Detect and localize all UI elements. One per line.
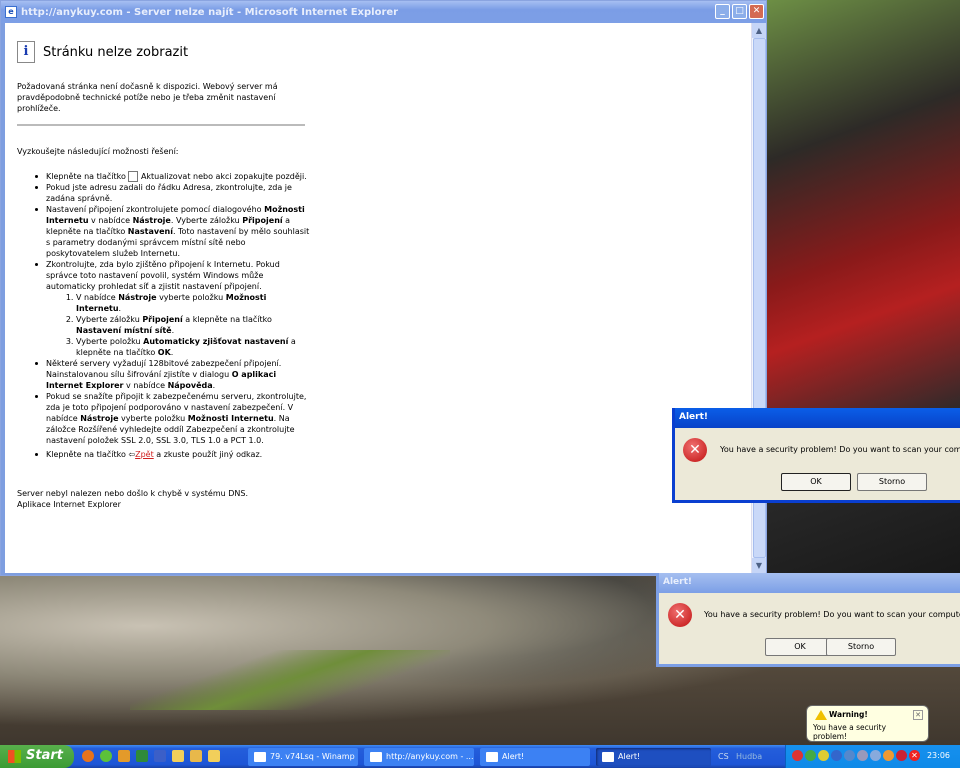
back-link[interactable]: Zpět: [135, 450, 154, 459]
footer-app: Aplikace Internet Explorer: [17, 500, 121, 509]
ok-button[interactable]: OK: [765, 638, 835, 656]
ie-window: e http://anykuy.com - Server nelze najít…: [0, 0, 767, 576]
list-item: Klepněte na tlačítko ⇦Zpět a zkuste použ…: [35, 449, 310, 460]
alert-dialog-active: Alert! ✕ You have a security problem! Do…: [672, 408, 960, 503]
windows-logo-icon: [8, 750, 21, 763]
close-button[interactable]: ✕: [749, 4, 764, 19]
alert-dialog-inactive: Alert! ✕ You have a security problem! Do…: [656, 573, 960, 667]
alert-title[interactable]: Alert!: [675, 408, 960, 428]
list-item: Pokud jste adresu zadali do řádku Adresa…: [35, 182, 310, 204]
list-item: Klepněte na tlačítko Aktualizovat nebo a…: [35, 171, 310, 182]
folder-icon[interactable]: [208, 750, 220, 762]
warning-icon: [815, 710, 827, 720]
try-text: Vyzkoušejte následující možnosti řešení:: [17, 147, 179, 156]
tray-icon[interactable]: [818, 750, 829, 761]
task-winamp[interactable]: 79. v74Lsq - Winamp: [248, 748, 358, 766]
ok-button[interactable]: OK: [781, 473, 851, 491]
error-page: i Stránku nelze zobrazit Požadovaná strán…: [5, 23, 751, 573]
scroll-up-arrow[interactable]: ▲: [752, 23, 766, 38]
step-item: V nabídce Nástroje vyberte položku Možno…: [76, 292, 310, 314]
step-item: Vyberte záložku Připojení a klepněte na …: [76, 314, 310, 336]
maximize-button[interactable]: □: [732, 4, 747, 19]
ie-icon: e: [5, 6, 17, 18]
wallpaper-grass: [130, 650, 450, 710]
task-alert-active[interactable]: Alert!: [596, 748, 711, 766]
tray-icon[interactable]: [857, 750, 868, 761]
quick-launch: [82, 750, 220, 762]
word-icon[interactable]: [154, 750, 166, 762]
scroll-down-arrow[interactable]: ▼: [752, 558, 766, 573]
tray-icon[interactable]: [883, 750, 894, 761]
winamp-icon[interactable]: [118, 750, 130, 762]
alert-message: You have a security problem! Do you want…: [704, 610, 960, 619]
ie-title-bar[interactable]: e http://anykuy.com - Server nelze najít…: [1, 1, 766, 23]
cancel-button[interactable]: Storno: [857, 473, 927, 491]
info-icon: i: [17, 41, 35, 63]
firefox-icon[interactable]: [82, 750, 94, 762]
language-indicator[interactable]: CS: [718, 752, 729, 761]
intro-text: Požadovaná stránka není dočasně k dispoz…: [17, 82, 278, 113]
cancel-button[interactable]: Storno: [826, 638, 896, 656]
excel-icon[interactable]: [136, 750, 148, 762]
clock[interactable]: 23:06: [927, 751, 950, 760]
page-title: Stránku nelze zobrazit: [43, 44, 189, 60]
list-item: Pokud se snažíte připojit k zabezpečeném…: [35, 391, 310, 446]
list-item: Nastavení připojení zkontrolujete pomocí…: [35, 204, 310, 259]
error-icon: ✕: [668, 603, 692, 627]
system-tray: ✕ 23:06: [785, 745, 960, 768]
tray-icon[interactable]: [805, 750, 816, 761]
list-item: Zkontrolujte, zda bylo zjištěno připojen…: [35, 259, 310, 358]
suggestions-list: Klepněte na tlačítko Aktualizovat nebo a…: [35, 171, 310, 460]
refresh-icon: [128, 171, 139, 182]
step-item: Vyberte položku Automaticky zjišťovat na…: [76, 336, 310, 358]
balloon-text: You have a security problem!: [813, 723, 887, 741]
tray-icon[interactable]: [831, 750, 842, 761]
tray-icon[interactable]: [844, 750, 855, 761]
error-icon: ✕: [683, 438, 707, 462]
tray-icon[interactable]: [792, 750, 803, 761]
ie-title: http://anykuy.com - Server nelze najít -…: [21, 6, 399, 18]
alert-message: You have a security problem! Do you want…: [720, 445, 960, 454]
tray-icon[interactable]: [870, 750, 881, 761]
task-alert[interactable]: Alert!: [480, 748, 590, 766]
divider: [17, 124, 305, 126]
security-alert-icon[interactable]: ✕: [909, 750, 920, 761]
balloon-title: Warning!: [829, 710, 868, 719]
minimize-button[interactable]: _: [715, 4, 730, 19]
task-ie[interactable]: http://anykuy.com - ...: [364, 748, 474, 766]
app-icon[interactable]: [100, 750, 112, 762]
shield-icon[interactable]: [896, 750, 907, 761]
list-item: Některé servery vyžadují 128bitové zabez…: [35, 358, 310, 391]
tray-balloon[interactable]: ✕ Warning! You have a security problem!: [806, 705, 929, 742]
folder-icon[interactable]: [172, 750, 184, 762]
balloon-close-icon[interactable]: ✕: [913, 710, 923, 720]
hudba-toolbar[interactable]: Hudba: [736, 752, 762, 761]
taskbar: Start 79. v74Lsq - Winamp http://anykuy.…: [0, 745, 960, 768]
start-button[interactable]: Start: [0, 745, 74, 768]
footer-text: Server nebyl nalezen nebo došlo k chybě …: [17, 489, 249, 498]
alert-title[interactable]: Alert!: [659, 573, 960, 593]
folder-icon[interactable]: [190, 750, 202, 762]
